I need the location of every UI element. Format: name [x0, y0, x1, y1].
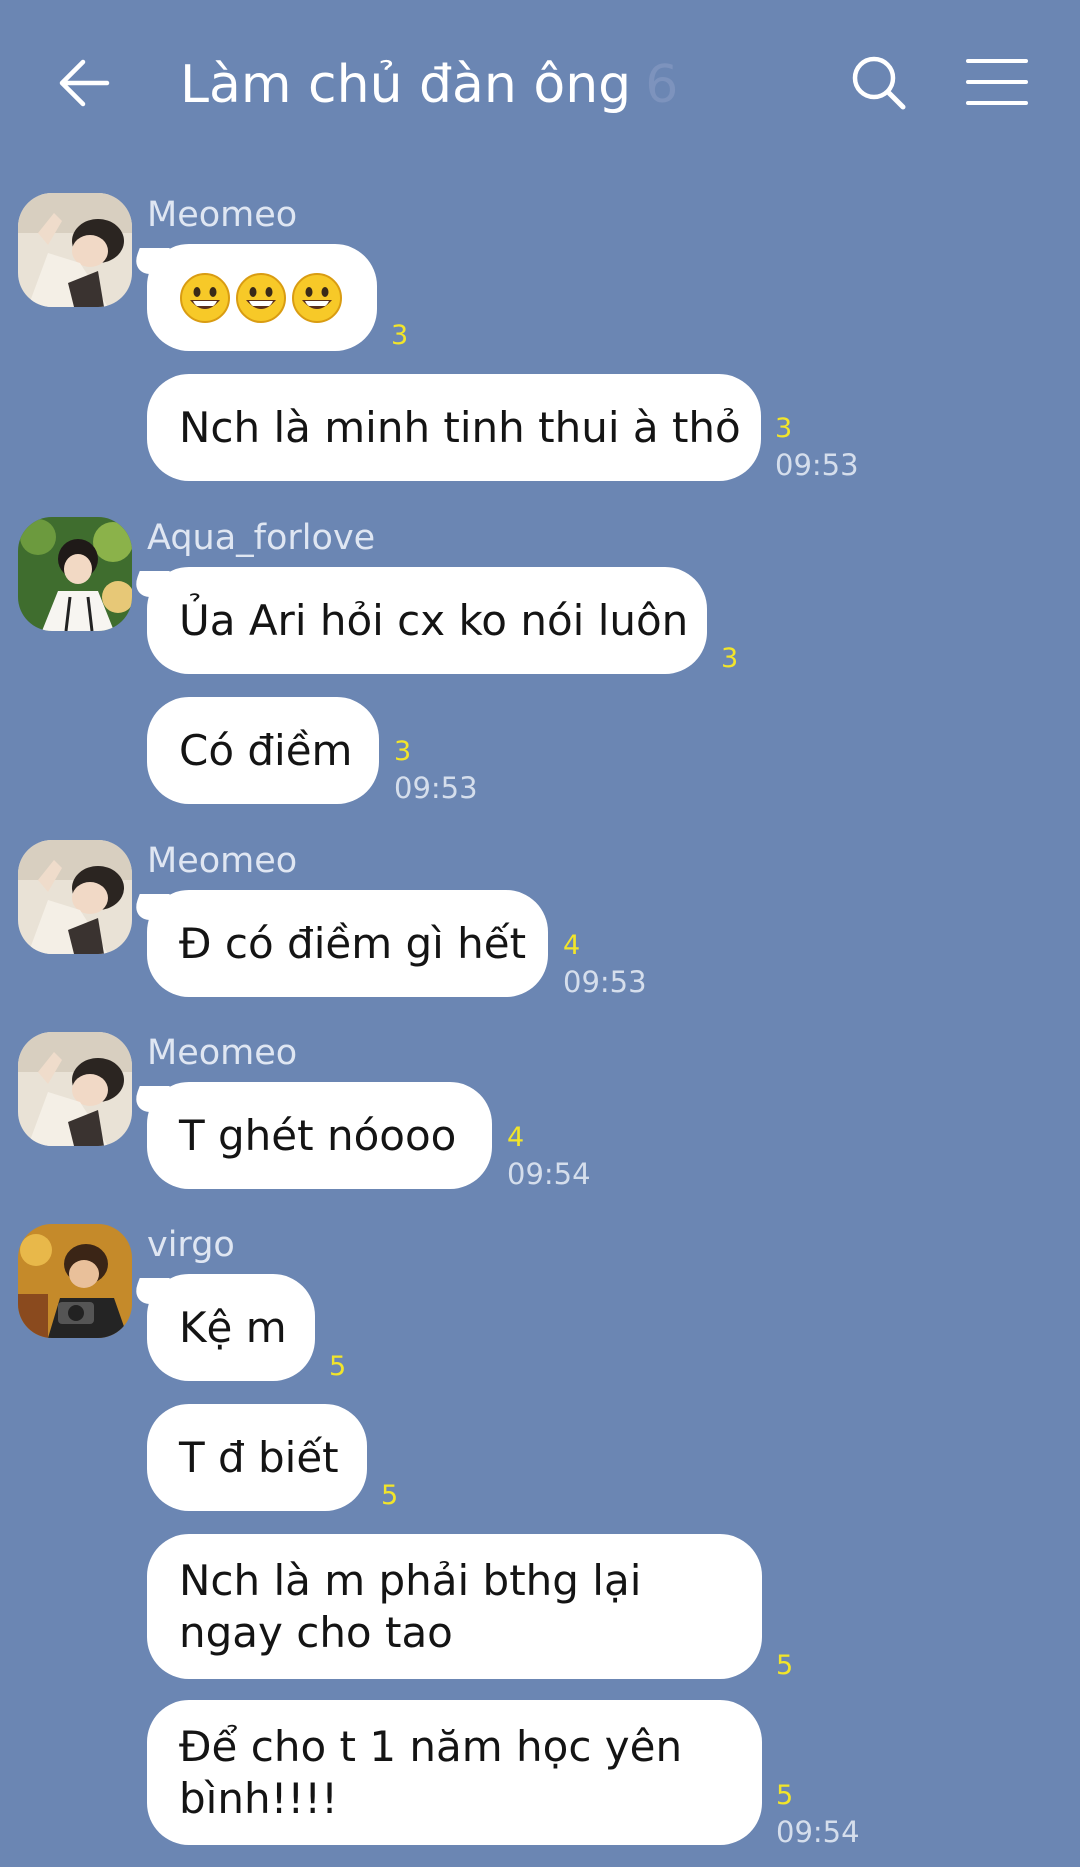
message-text: Nch là m phải bthg lại ngay cho tao	[179, 1555, 642, 1657]
sender-name: Meomeo	[147, 1033, 298, 1073]
message-bubble[interactable]	[147, 244, 377, 351]
grinning-face-emoji	[291, 272, 343, 324]
sender-name: Meomeo	[147, 841, 298, 881]
read-count: 3	[391, 320, 409, 351]
read-count: 3	[721, 643, 739, 674]
message-time: 09:54	[776, 1815, 860, 1849]
message-text: Ủa Ari hỏi cx ko nói luôn	[179, 595, 689, 645]
group-name: Làm chủ đàn ông	[180, 55, 632, 115]
message-text: Đ có điềm gì hết	[179, 918, 527, 968]
read-count: 3	[394, 736, 412, 767]
search-icon	[852, 56, 906, 110]
read-count: 5	[381, 1480, 399, 1511]
message-bubble[interactable]: Nch là m phải bthg lại ngay cho tao	[147, 1534, 762, 1679]
message-bubble[interactable]: Kệ m	[147, 1274, 315, 1381]
search-button[interactable]	[845, 48, 915, 118]
back-button[interactable]	[55, 48, 115, 118]
sender-name: Meomeo	[147, 195, 298, 235]
message-time: 09:53	[563, 965, 647, 999]
member-count: 6	[645, 55, 679, 115]
avatar-aqua-forlove[interactable]	[18, 517, 132, 631]
grinning-face-emoji	[179, 272, 231, 324]
read-count: 5	[776, 1780, 794, 1811]
hamburger-menu-icon	[966, 59, 1028, 105]
message-bubble[interactable]: Có điềm	[147, 697, 379, 804]
avatar-meomeo[interactable]	[18, 193, 132, 307]
message-time: 09:54	[507, 1157, 591, 1191]
chat-title: Làm chủ đàn ông 6	[180, 50, 678, 120]
message-text: T đ biết	[179, 1432, 339, 1482]
read-count: 4	[563, 930, 581, 961]
message-text: Kệ m	[179, 1302, 287, 1352]
message-text: Nch là minh tinh thui à thỏ	[179, 402, 741, 452]
message-time: 09:53	[775, 448, 859, 482]
sender-name: Aqua_forlove	[147, 518, 376, 558]
sender-name: virgo	[147, 1225, 235, 1265]
read-count: 5	[776, 1650, 794, 1681]
avatar-meomeo[interactable]	[18, 840, 132, 954]
message-text: T ghét nóooo	[179, 1110, 457, 1160]
message-time: 09:53	[394, 771, 478, 805]
avatar-virgo[interactable]	[18, 1224, 132, 1338]
message-bubble[interactable]: Ủa Ari hỏi cx ko nói luôn	[147, 567, 707, 674]
message-bubble[interactable]: Nch là minh tinh thui à thỏ	[147, 374, 761, 481]
menu-button[interactable]	[960, 48, 1034, 118]
message-bubble[interactable]: Đ có điềm gì hết	[147, 890, 548, 997]
message-bubble[interactable]: Để cho t 1 năm học yên bình!!!!	[147, 1700, 762, 1845]
message-text: Có điềm	[179, 725, 353, 775]
avatar-meomeo[interactable]	[18, 1032, 132, 1146]
read-count: 3	[775, 413, 793, 444]
grinning-face-emoji	[235, 272, 287, 324]
message-text: Để cho t 1 năm học yên bình!!!!	[179, 1721, 683, 1823]
read-count: 4	[507, 1122, 525, 1153]
message-bubble[interactable]: T ghét nóooo	[147, 1082, 492, 1189]
read-count: 5	[329, 1351, 347, 1382]
message-bubble[interactable]: T đ biết	[147, 1404, 367, 1511]
arrow-left-icon	[59, 59, 110, 107]
chat-header: Làm chủ đàn ông 6	[0, 0, 1080, 165]
